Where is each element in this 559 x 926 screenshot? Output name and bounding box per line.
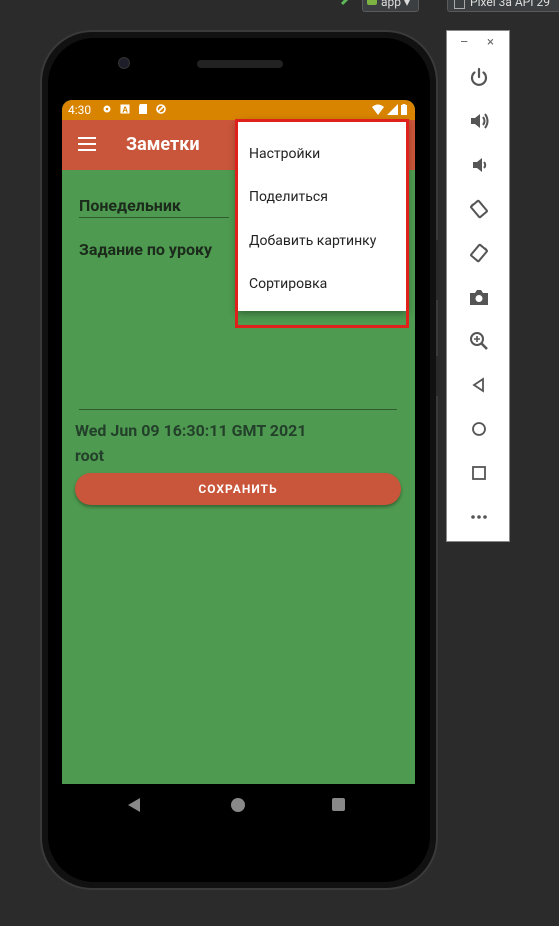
menu-item-settings[interactable]: Настройки [249, 146, 320, 162]
note-date: Wed Jun 09 16:30:11 GMT 2021 [75, 421, 307, 440]
note-title-field[interactable]: Понедельник [79, 196, 229, 218]
navigation-bar [62, 784, 415, 828]
rotate-left-icon[interactable] [467, 197, 491, 221]
no-disturb-icon [156, 104, 166, 114]
zoom-icon[interactable] [467, 329, 491, 353]
home-icon[interactable] [467, 417, 491, 441]
menu-item-add-picture[interactable]: Добавить картинку [249, 233, 376, 249]
svg-text:A: A [122, 105, 128, 114]
nav-back-icon[interactable] [128, 798, 140, 812]
a-notification-icon: A [120, 104, 130, 114]
rotate-right-icon[interactable] [467, 241, 491, 265]
run-config-select[interactable]: app ▾ [362, 0, 420, 12]
run-config-label: app [381, 0, 402, 9]
camera-icon[interactable] [467, 285, 491, 309]
note-author: root [75, 446, 105, 465]
android-app-icon [367, 0, 377, 5]
power-icon[interactable] [467, 65, 491, 89]
ide-toolbar: app ▾ Pixel 3a API 29 [0, 0, 559, 12]
signal-icon [387, 104, 398, 115]
front-camera [118, 57, 130, 69]
earpiece-speaker [197, 60, 283, 68]
phone-screen: 4:30 A Заметки Понедельник Задание по ур… [62, 100, 415, 784]
device-label: Pixel 3a API 29 [470, 0, 550, 9]
volume-up-icon[interactable] [467, 109, 491, 133]
nav-recents-icon[interactable] [332, 798, 345, 811]
nav-home-icon[interactable] [231, 798, 245, 812]
menu-item-sort[interactable]: Сортировка [249, 276, 327, 292]
volume-down-icon[interactable] [467, 153, 491, 177]
hamburger-menu-icon[interactable] [78, 137, 96, 151]
back-icon[interactable] [467, 373, 491, 397]
note-body-field[interactable]: Задание по уроку [79, 240, 212, 259]
app-title: Заметки [126, 134, 200, 155]
battery-icon [401, 104, 407, 115]
sd-card-icon [139, 104, 147, 114]
hammer-icon[interactable] [340, 0, 352, 6]
status-bar: 4:30 A [62, 100, 415, 120]
overflow-menu: Настройки Поделиться Добавить картинку С… [237, 121, 407, 311]
status-time: 4:30 [68, 103, 92, 117]
settings-notification-icon [103, 105, 111, 113]
overview-icon[interactable] [467, 461, 491, 485]
minimize-button[interactable]: – [460, 35, 469, 50]
volume-rocker [436, 240, 440, 300]
emulator-toolbar: – × [446, 30, 510, 542]
close-button[interactable]: × [487, 35, 494, 50]
menu-item-share[interactable]: Поделиться [249, 189, 328, 205]
more-icon[interactable] [467, 505, 491, 529]
device-icon [454, 0, 465, 9]
power-side-button [436, 356, 440, 396]
save-button[interactable]: СОХРАНИТЬ [75, 473, 401, 505]
divider [79, 409, 397, 410]
wifi-icon [372, 104, 384, 115]
device-select[interactable]: Pixel 3a API 29 [447, 0, 559, 12]
